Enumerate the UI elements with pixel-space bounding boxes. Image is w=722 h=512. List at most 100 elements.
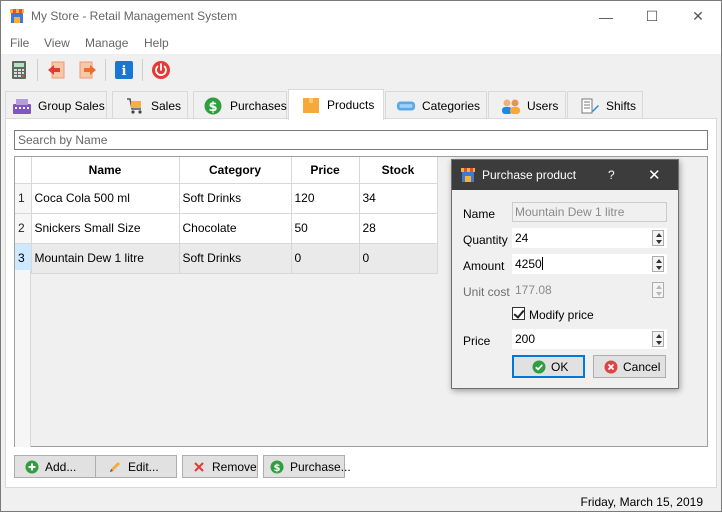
power-icon[interactable] (151, 60, 171, 80)
menu-bar: File View Manage Help (1, 32, 721, 54)
column-header-stock[interactable]: Stock (359, 157, 438, 184)
tab-label: Users (527, 98, 559, 113)
amount-field[interactable]: 4250 (512, 254, 667, 274)
ok-button[interactable]: OK (512, 355, 585, 378)
store-icon (10, 9, 24, 23)
unit-cost-field: 177.08 (512, 280, 667, 300)
info-icon[interactable]: i (114, 60, 134, 80)
quantity-field[interactable]: 24 (512, 228, 667, 248)
tab-sales[interactable]: Sales (112, 91, 188, 119)
tab-shifts[interactable]: Shifts (567, 91, 643, 119)
status-date: Friday, March 15, 2019 (580, 495, 703, 509)
box-icon (303, 98, 319, 113)
purchase-button-label: Purchase... (290, 459, 351, 474)
name-field: Mountain Dew 1 litre (512, 202, 667, 222)
toolbar-separator (37, 59, 38, 81)
dialog-close-button[interactable]: ✕ (648, 166, 661, 184)
cell-category[interactable]: Chocolate (179, 213, 292, 244)
quantity-label: Quantity (463, 233, 508, 247)
status-bar: Friday, March 15, 2019 (1, 490, 721, 511)
amount-value: 4250 (515, 257, 542, 271)
column-header-category[interactable]: Category (179, 157, 292, 184)
purchase-button[interactable]: $ Purchase... (263, 455, 351, 478)
unit-cost-value: 177.08 (515, 283, 552, 297)
pencil-icon (110, 461, 120, 472)
modify-price-label[interactable]: Modify price (529, 308, 594, 322)
cell-category[interactable]: Soft Drinks (179, 183, 292, 214)
cell-stock[interactable]: 34 (359, 183, 438, 214)
amount-label: Amount (463, 259, 505, 273)
column-header-name[interactable]: Name (31, 157, 180, 184)
quantity-value: 24 (515, 231, 529, 245)
row-number: 1 (15, 183, 32, 214)
forward-icon[interactable] (78, 60, 98, 80)
menu-manage[interactable]: Manage (85, 36, 128, 50)
unit-cost-spinner (652, 282, 664, 298)
table-row[interactable]: 2 Snickers Small Size Chocolate 50 28 (15, 213, 438, 244)
menu-file[interactable]: File (10, 36, 29, 50)
row-number-header (15, 157, 32, 184)
cancel-button-label: Cancel (623, 359, 661, 374)
edit-button-label: Edit... (128, 459, 159, 474)
back-icon[interactable] (46, 60, 66, 80)
info-glyph: i (122, 64, 127, 79)
modify-price-checkbox[interactable] (512, 307, 525, 320)
quantity-spinner[interactable] (652, 230, 664, 246)
price-field[interactable]: 200 (512, 329, 667, 349)
toolbar-separator (142, 59, 143, 81)
column-header-price[interactable]: Price (291, 157, 360, 184)
dialog-help-button[interactable]: ? (608, 168, 615, 182)
cart-icon (127, 97, 142, 114)
cell-price[interactable]: 120 (291, 183, 360, 214)
cell-stock[interactable]: 0 (359, 243, 438, 274)
price-spinner[interactable] (652, 331, 664, 347)
tab-label: Purchases (230, 98, 287, 113)
table-row[interactable]: 1 Coca Cola 500 ml Soft Drinks 120 34 (15, 183, 438, 214)
tag-icon (396, 100, 416, 111)
unit-cost-label: Unit cost (463, 285, 510, 299)
users-icon (502, 99, 520, 114)
tab-products[interactable]: Products (288, 89, 384, 120)
tab-label: Products (327, 98, 375, 112)
minimize-button[interactable]: — (583, 1, 629, 32)
ok-button-label: OK (551, 359, 569, 374)
close-button[interactable]: ✕ (675, 1, 721, 32)
dialog-title-bar: Purchase product ? ✕ (452, 160, 678, 190)
tab-label: Group Sales (38, 98, 105, 113)
toolbar-separator (105, 59, 106, 81)
window-title: My Store - Retail Management System (31, 9, 238, 23)
tab-label: Shifts (606, 98, 637, 113)
svg-text:$: $ (208, 100, 217, 115)
cell-price[interactable]: 0 (291, 243, 360, 274)
cell-category[interactable]: Soft Drinks (179, 243, 292, 274)
table-header-row: Name Category Price Stock (15, 157, 438, 184)
remove-button[interactable]: Remove (182, 455, 258, 478)
maximize-button[interactable]: ☐ (629, 1, 675, 32)
search-input[interactable]: Search by Name (14, 130, 708, 150)
table-row-selected[interactable]: 3 Mountain Dew 1 litre Soft Drinks 0 0 (15, 243, 438, 274)
title-bar: My Store - Retail Management System — ☐ … (1, 1, 721, 32)
row-number: 2 (15, 213, 32, 244)
tab-purchases[interactable]: $ Purchases (193, 91, 287, 119)
amount-spinner[interactable] (652, 256, 664, 272)
add-button-label: Add... (45, 459, 77, 474)
toolbar: i (1, 54, 721, 87)
cancel-button[interactable]: Cancel (593, 355, 666, 378)
edit-button[interactable]: Edit... (95, 455, 177, 478)
menu-view[interactable]: View (44, 36, 70, 50)
svg-text:$: $ (274, 463, 281, 474)
cell-name[interactable]: Coca Cola 500 ml (31, 183, 180, 214)
cell-price[interactable]: 50 (291, 213, 360, 244)
tab-categories[interactable]: Categories (385, 91, 487, 119)
tab-users[interactable]: Users (488, 91, 566, 119)
cell-name[interactable]: Mountain Dew 1 litre (31, 243, 180, 274)
register-icon (13, 98, 31, 114)
calculator-icon[interactable] (9, 60, 29, 80)
menu-help[interactable]: Help (144, 36, 169, 50)
tab-label: Categories (422, 98, 481, 113)
plus-icon (25, 460, 39, 473)
cell-name[interactable]: Snickers Small Size (31, 213, 180, 244)
cell-stock[interactable]: 28 (359, 213, 438, 244)
tab-group-sales[interactable]: Group Sales (5, 91, 107, 119)
name-label: Name (463, 207, 496, 221)
